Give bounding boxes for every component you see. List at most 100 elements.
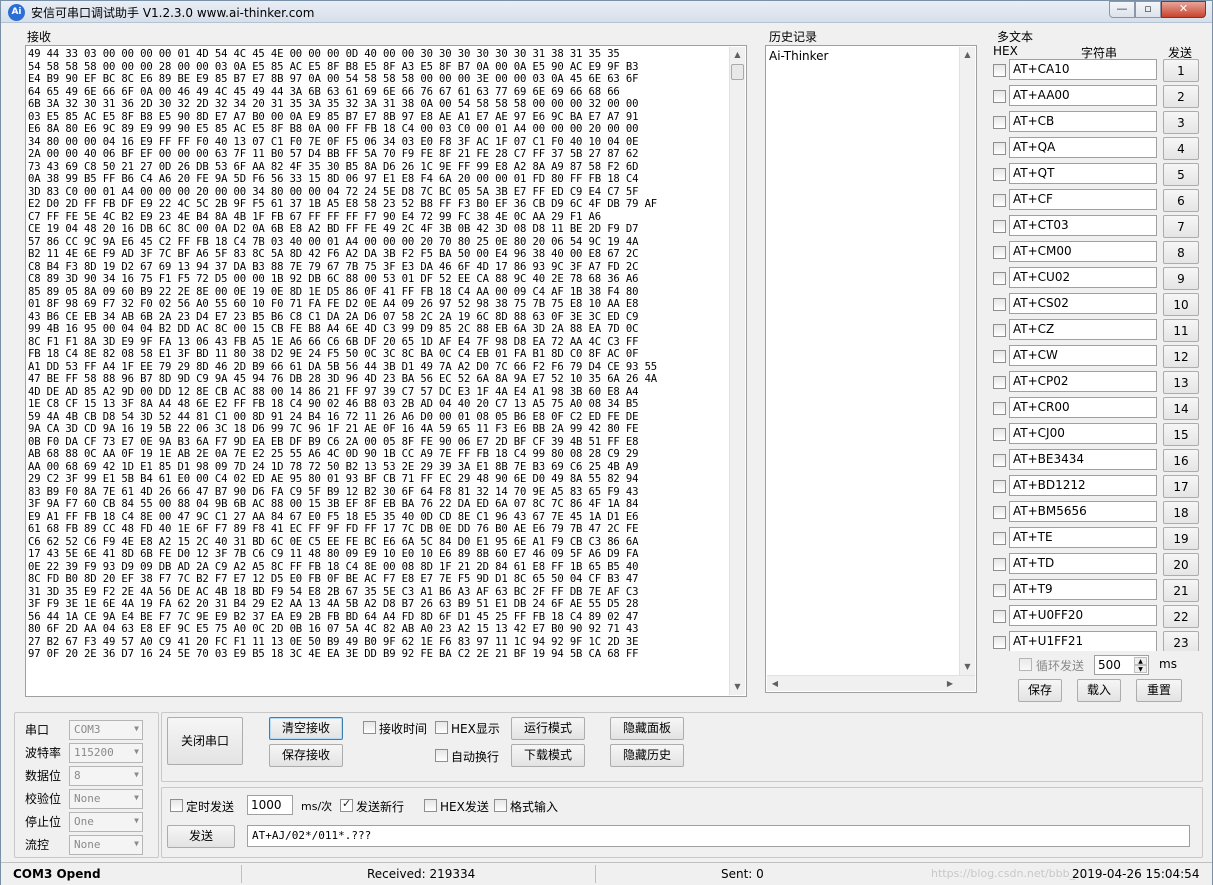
multi-send-button[interactable]: 21 [1163,579,1199,602]
multi-string-input[interactable]: AT+CS02 [1009,293,1157,314]
loop-send-checkbox[interactable] [1019,658,1032,671]
multi-string-input[interactable]: AT+TD [1009,553,1157,574]
multi-string-input[interactable]: AT+CA10 [1009,59,1157,80]
receive-textarea[interactable]: 49 44 33 03 00 00 00 00 01 4D 54 4C 45 4… [25,45,747,697]
scroll-down-arrow-icon[interactable]: ▼ [960,659,975,675]
multi-send-button[interactable]: 22 [1163,605,1199,628]
run-mode-button[interactable]: 运行模式 [511,717,585,740]
stop-bits-select[interactable]: One ▼ [69,812,143,832]
multi-string-input[interactable]: AT+BE3434 [1009,449,1157,470]
auto-newline-checkbox[interactable] [435,749,448,762]
multi-string-input[interactable]: AT+QA [1009,137,1157,158]
multi-hex-checkbox[interactable] [993,454,1006,467]
multi-string-input[interactable]: AT+CM00 [1009,241,1157,262]
receive-time-checkbox[interactable] [363,721,376,734]
close-button[interactable]: ✕ [1161,1,1206,18]
scroll-right-arrow-icon[interactable]: ▶ [942,676,958,691]
multi-hex-checkbox[interactable] [993,610,1006,623]
multi-hex-checkbox[interactable] [993,558,1006,571]
send-newline-checkbox[interactable]: ✓ [340,797,353,812]
multi-send-button[interactable]: 15 [1163,423,1199,446]
data-bits-select[interactable]: 8 ▼ [69,766,143,786]
history-vscrollbar[interactable]: ▲ ▼ [959,47,975,675]
multi-string-input[interactable]: AT+CF [1009,189,1157,210]
receive-scrollbar[interactable]: ▲ ▼ [729,47,745,695]
multi-send-button[interactable]: 9 [1163,267,1199,290]
multi-string-input[interactable]: AT+BM5656 [1009,501,1157,522]
multi-hex-checkbox[interactable] [993,298,1006,311]
multi-string-input[interactable]: AT+CZ [1009,319,1157,340]
multi-string-input[interactable]: AT+CP02 [1009,371,1157,392]
multi-string-input[interactable]: AT+CW [1009,345,1157,366]
multi-send-button[interactable]: 16 [1163,449,1199,472]
multi-hex-checkbox[interactable] [993,376,1006,389]
multi-hex-checkbox[interactable] [993,480,1006,493]
scroll-thumb[interactable] [731,64,744,80]
multi-hex-checkbox[interactable] [993,636,1006,649]
clear-receive-button[interactable]: 清空接收 [269,717,343,740]
multi-string-input[interactable]: AT+U1FF21 [1009,631,1157,651]
multi-send-button[interactable]: 18 [1163,501,1199,524]
multi-hex-checkbox[interactable] [993,168,1006,181]
multi-send-button[interactable]: 5 [1163,163,1199,186]
hide-panel-button[interactable]: 隐藏面板 [610,717,684,740]
history-list[interactable]: Ai-Thinker ▲ ▼ ◀ ▶ [765,45,977,693]
multi-send-button[interactable]: 20 [1163,553,1199,576]
multi-string-input[interactable]: AT+AA00 [1009,85,1157,106]
multi-send-button[interactable]: 14 [1163,397,1199,420]
send-interval-input[interactable]: 1000 [247,795,293,815]
format-input-checkbox[interactable] [494,799,507,812]
multi-send-button[interactable]: 19 [1163,527,1199,550]
multi-send-button[interactable]: 7 [1163,215,1199,238]
multi-string-input[interactable]: AT+BD1212 [1009,475,1157,496]
scroll-up-arrow-icon[interactable]: ▲ [960,47,975,63]
multi-send-button[interactable]: 23 [1163,631,1199,651]
scroll-up-arrow-icon[interactable]: ▲ [730,47,745,63]
multi-hex-checkbox[interactable] [993,324,1006,337]
hex-send-checkbox[interactable] [424,799,437,812]
history-hscrollbar[interactable]: ◀ ▶ [767,675,975,691]
timed-send-checkbox[interactable] [170,799,183,812]
multi-send-button[interactable]: 4 [1163,137,1199,160]
save-multi-button[interactable]: 保存 [1018,679,1062,702]
multi-string-input[interactable]: AT+CJ00 [1009,423,1157,444]
send-button[interactable]: 发送 [167,825,235,848]
history-item[interactable]: Ai-Thinker [769,49,828,63]
maximize-button[interactable]: ▫ [1135,1,1161,18]
multi-send-button[interactable]: 12 [1163,345,1199,368]
spin-down-icon[interactable]: ▼ [1134,665,1147,673]
multi-send-button[interactable]: 13 [1163,371,1199,394]
multi-string-input[interactable]: AT+CR00 [1009,397,1157,418]
save-receive-button[interactable]: 保存接收 [269,744,343,767]
download-mode-button[interactable]: 下载模式 [511,744,585,767]
reset-multi-button[interactable]: 重置 [1136,679,1182,702]
multi-send-button[interactable]: 1 [1163,59,1199,82]
multi-hex-checkbox[interactable] [993,506,1006,519]
multi-string-input[interactable]: AT+U0FF20 [1009,605,1157,626]
multi-send-button[interactable]: 2 [1163,85,1199,108]
multi-hex-checkbox[interactable] [993,532,1006,545]
send-text-input[interactable]: AT+AJ/02*/011*.??? [247,825,1190,847]
loop-interval-input[interactable]: 500 ▲ ▼ [1094,655,1149,675]
multi-string-input[interactable]: AT+CT03 [1009,215,1157,236]
multi-hex-checkbox[interactable] [993,64,1006,77]
multi-send-button[interactable]: 11 [1163,319,1199,342]
load-multi-button[interactable]: 载入 [1077,679,1121,702]
multi-hex-checkbox[interactable] [993,272,1006,285]
multi-string-input[interactable]: AT+TE [1009,527,1157,548]
port-select[interactable]: COM3 ▼ [69,720,143,740]
multi-hex-checkbox[interactable] [993,402,1006,415]
multi-send-button[interactable]: 8 [1163,241,1199,264]
multi-hex-checkbox[interactable] [993,90,1006,103]
multi-string-input[interactable]: AT+CU02 [1009,267,1157,288]
close-port-button[interactable]: 关闭串口 [167,717,243,765]
multi-hex-checkbox[interactable] [993,142,1006,155]
multi-send-button[interactable]: 6 [1163,189,1199,212]
multi-hex-checkbox[interactable] [993,584,1006,597]
multi-send-button[interactable]: 10 [1163,293,1199,316]
scroll-down-arrow-icon[interactable]: ▼ [730,679,745,695]
multi-string-input[interactable]: AT+T9 [1009,579,1157,600]
flow-control-select[interactable]: None ▼ [69,835,143,855]
minimize-button[interactable]: — [1109,1,1135,18]
multi-hex-checkbox[interactable] [993,194,1006,207]
